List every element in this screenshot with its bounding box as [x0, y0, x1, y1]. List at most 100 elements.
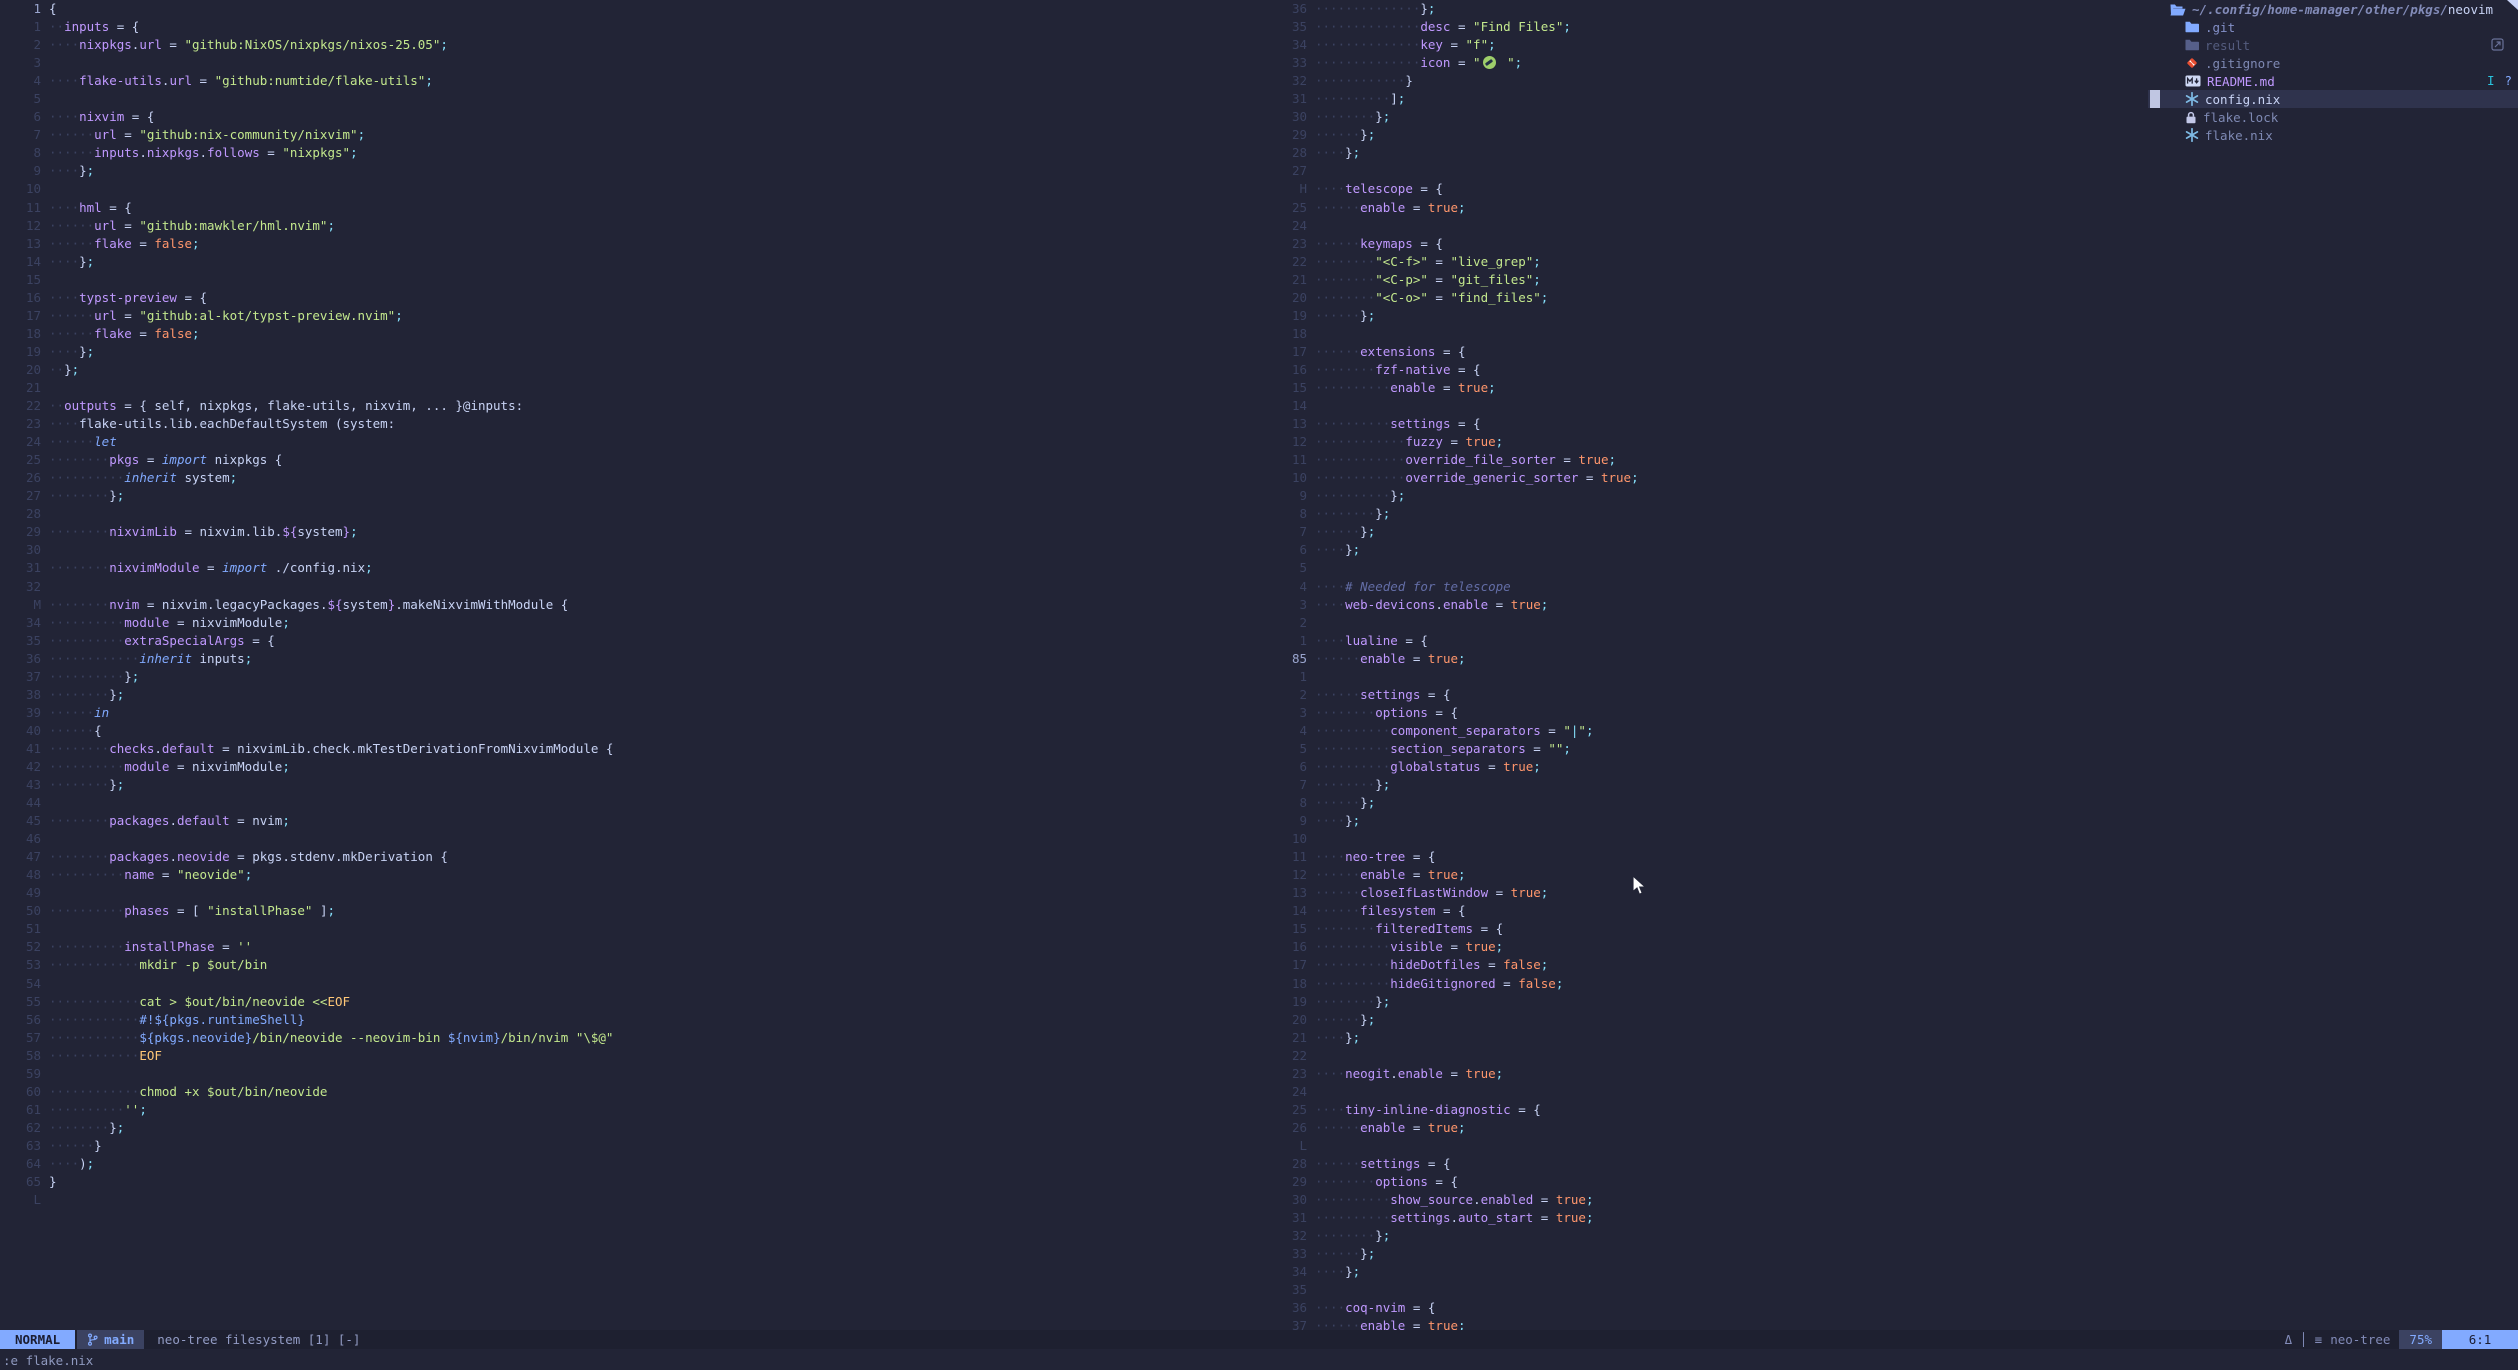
code-line[interactable]: 23····neogit.enable = true; — [1262, 1065, 2148, 1083]
code-line[interactable]: 14····}; — [0, 253, 1259, 271]
code-line[interactable]: 34····}; — [1262, 1263, 2148, 1281]
code-line[interactable]: 4··········component_separators = "|"; — [1262, 722, 2148, 740]
code-line[interactable]: 36············inherit inputs; — [0, 650, 1259, 668]
code-line[interactable]: 7········}; — [1262, 776, 2148, 794]
code-line[interactable]: 46 — [0, 830, 1259, 848]
code-line[interactable]: 6····nixvim = { — [0, 108, 1259, 126]
code-line[interactable]: 3········options = { — [1262, 704, 2148, 722]
code-line[interactable]: 51 — [0, 920, 1259, 938]
code-line[interactable]: 13······closeIfLastWindow = true; — [1262, 884, 2148, 902]
neotree-file-explorer[interactable]: ~/.config/home-manager/other/pkgs/neovim… — [2148, 0, 2518, 1330]
code-line[interactable]: 50··········phases = [ "installPhase" ]; — [0, 902, 1259, 920]
code-line[interactable]: 41········checks.default = nixvimLib.che… — [0, 740, 1259, 758]
code-line[interactable]: 12············fuzzy = true; — [1262, 433, 2148, 451]
code-line[interactable]: 11····neo-tree = { — [1262, 848, 2148, 866]
code-line[interactable]: 8······}; — [1262, 794, 2148, 812]
code-line[interactable]: 3····web-devicons.enable = true; — [1262, 596, 2148, 614]
code-line[interactable]: 59 — [0, 1065, 1259, 1083]
code-line[interactable]: 5 — [0, 90, 1259, 108]
code-line[interactable]: 21········"<C-p>" = "git_files"; — [1262, 271, 2148, 289]
code-line[interactable]: 6····}; — [1262, 541, 2148, 559]
code-line[interactable]: 55············cat > $out/bin/neovide <<E… — [0, 993, 1259, 1011]
code-line[interactable]: 3 — [0, 54, 1259, 72]
code-line[interactable]: 9····}; — [0, 162, 1259, 180]
code-line[interactable]: 2····nixpkgs.url = "github:NixOS/nixpkgs… — [0, 36, 1259, 54]
code-line[interactable]: 25········pkgs = import nixpkgs { — [0, 451, 1259, 469]
code-line[interactable]: 15··········enable = true; — [1262, 379, 2148, 397]
code-line[interactable]: 2······settings = { — [1262, 686, 2148, 704]
code-line[interactable]: 19····}; — [0, 343, 1259, 361]
code-line[interactable]: 8········}; — [1262, 505, 2148, 523]
code-line[interactable]: 10 — [0, 180, 1259, 198]
code-line[interactable]: 16········fzf-native = { — [1262, 361, 2148, 379]
code-line[interactable]: 43········}; — [0, 776, 1259, 794]
code-line[interactable]: 21····}; — [1262, 1029, 2148, 1047]
code-line[interactable]: L — [1262, 1137, 2148, 1155]
code-line[interactable]: 19········}; — [1262, 993, 2148, 1011]
code-line[interactable]: 14······filesystem = { — [1262, 902, 2148, 920]
code-line[interactable]: 16····typst-preview = { — [0, 289, 1259, 307]
code-line[interactable]: 12······url = "github:mawkler/hml.nvim"; — [0, 217, 1259, 235]
code-line[interactable]: 1··inputs = { — [0, 18, 1259, 36]
code-line[interactable]: 14 — [1262, 397, 2148, 415]
code-line[interactable]: 32········}; — [1262, 1227, 2148, 1245]
code-line[interactable]: 45········packages.default = nvim; — [0, 812, 1259, 830]
code-line[interactable]: L — [0, 1191, 1259, 1209]
code-line[interactable]: 30··········show_source.enabled = true; — [1262, 1191, 2148, 1209]
code-line[interactable]: 33······}; — [1262, 1245, 2148, 1263]
file-tree-item-.git[interactable]: .git — [2148, 18, 2518, 36]
code-line[interactable]: 48··········name = "neovide"; — [0, 866, 1259, 884]
code-line[interactable]: 31··········]; — [1262, 90, 2148, 108]
code-line[interactable]: 10 — [1262, 830, 2148, 848]
code-line[interactable]: 49 — [0, 884, 1259, 902]
code-line[interactable]: 6··········globalstatus = true; — [1262, 758, 2148, 776]
code-line[interactable]: 60············chmod +x $out/bin/neovide — [0, 1083, 1259, 1101]
code-line[interactable]: 9····}; — [1262, 812, 2148, 830]
code-line[interactable]: 16··········visible = true; — [1262, 938, 2148, 956]
code-line[interactable]: H····telescope = { — [1262, 180, 2148, 198]
code-line[interactable]: 13······flake = false; — [0, 235, 1259, 253]
code-line[interactable]: 11····hml = { — [0, 199, 1259, 217]
code-line[interactable]: 29········options = { — [1262, 1173, 2148, 1191]
code-line[interactable]: 34··············key = "f"; — [1262, 36, 2148, 54]
code-line[interactable]: 20········"<C-o>" = "find_files"; — [1262, 289, 2148, 307]
file-tree-item-flake.lock[interactable]: flake.lock — [2148, 108, 2518, 126]
code-line[interactable]: 35··········extraSpecialArgs = { — [0, 632, 1259, 650]
code-line[interactable]: 18··········hideGitignored = false; — [1262, 975, 2148, 993]
code-line[interactable]: 11············override_file_sorter = tru… — [1262, 451, 2148, 469]
code-line[interactable]: 38········}; — [0, 686, 1259, 704]
code-line[interactable]: 47········packages.neovide = pkgs.stdenv… — [0, 848, 1259, 866]
code-line[interactable]: 63······} — [0, 1137, 1259, 1155]
code-line[interactable]: 10············override_generic_sorter = … — [1262, 469, 2148, 487]
code-line[interactable]: 17··········hideDotfiles = false; — [1262, 956, 2148, 974]
code-line[interactable]: 26··········inherit system; — [0, 469, 1259, 487]
code-line[interactable]: 40······{ — [0, 722, 1259, 740]
code-line[interactable]: 37······enable = true; — [1262, 1317, 2148, 1330]
code-line[interactable]: 24 — [1262, 217, 2148, 235]
code-line[interactable]: 4····# Needed for telescope — [1262, 578, 2148, 596]
code-line[interactable]: 52··········installPhase = '' — [0, 938, 1259, 956]
code-line[interactable]: 27········}; — [0, 487, 1259, 505]
code-line[interactable]: 34··········module = nixvimModule; — [0, 614, 1259, 632]
code-line[interactable]: 27 — [1262, 162, 2148, 180]
code-line[interactable]: 42··········module = nixvimModule; — [0, 758, 1259, 776]
code-line[interactable]: 7······}; — [1262, 523, 2148, 541]
code-line[interactable]: 44 — [0, 794, 1259, 812]
code-line[interactable]: 37··········}; — [0, 668, 1259, 686]
file-tree-item-result[interactable]: result — [2148, 36, 2518, 54]
code-line[interactable]: 20··}; — [0, 361, 1259, 379]
code-line[interactable]: 15 — [0, 271, 1259, 289]
code-line[interactable]: 18······flake = false; — [0, 325, 1259, 343]
code-line[interactable]: 33··············icon = " "; — [1262, 54, 2148, 72]
code-line[interactable]: 4····flake-utils.url = "github:numtide/f… — [0, 72, 1259, 90]
code-line[interactable]: 30 — [0, 541, 1259, 559]
code-line[interactable]: 31··········settings.auto_start = true; — [1262, 1209, 2148, 1227]
code-line[interactable]: 25······enable = true; — [1262, 199, 2148, 217]
code-line[interactable]: 22 — [1262, 1047, 2148, 1065]
code-line[interactable]: 36····coq-nvim = { — [1262, 1299, 2148, 1317]
neotree-root[interactable]: ~/.config/home-manager/other/pkgs/neovim — [2148, 0, 2518, 18]
file-tree-item-README.md[interactable]: README.mdI? — [2148, 72, 2518, 90]
file-tree-item-flake.nix[interactable]: flake.nix — [2148, 126, 2518, 144]
code-line[interactable]: 1{ — [0, 0, 1259, 18]
code-line[interactable]: 19······}; — [1262, 307, 2148, 325]
